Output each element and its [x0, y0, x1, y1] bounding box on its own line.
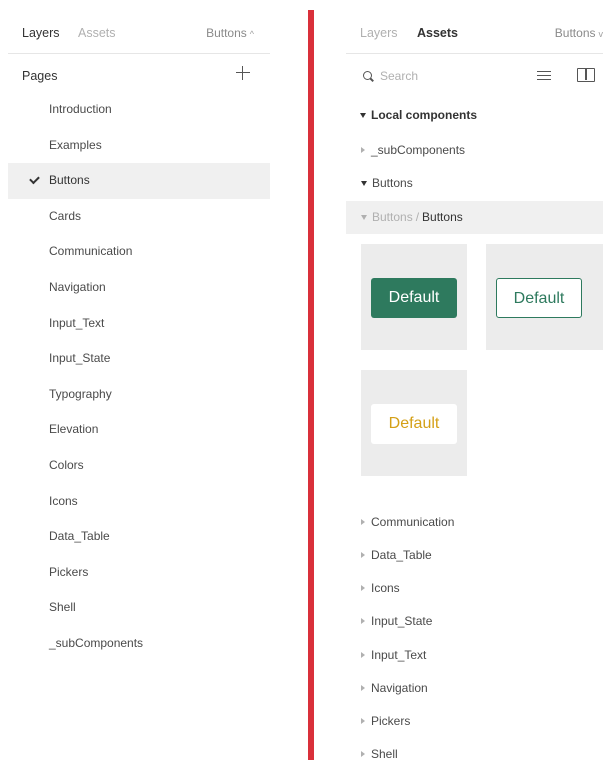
page-item-communication[interactable]: Communication — [8, 234, 270, 270]
group-subcomponents[interactable]: _subComponents — [346, 134, 603, 167]
left-panel: Layers Assets Buttons ^ Pages Introductio… — [8, 12, 270, 760]
search-input[interactable] — [380, 67, 510, 85]
page-item-elevation[interactable]: Elevation — [8, 412, 270, 448]
secondary-button-preview: Default — [496, 277, 582, 318]
group-input-text[interactable]: Input_Text — [346, 639, 603, 672]
caret-right-icon — [361, 585, 365, 592]
chevron-down-icon: v — [598, 29, 603, 39]
local-components-header[interactable]: Local components — [346, 96, 603, 134]
page-item-colors[interactable]: Colors — [8, 448, 270, 484]
group-label: Input_State — [371, 614, 433, 629]
path-separator: / — [415, 209, 420, 224]
group-label: Icons — [371, 581, 400, 596]
caret-right-icon — [361, 651, 365, 658]
page-item-data-table[interactable]: Data_Table — [8, 519, 270, 555]
caret-right-icon — [361, 618, 365, 625]
tab-layers[interactable]: Layers — [360, 26, 398, 40]
red-divider — [308, 10, 314, 760]
caret-right-icon — [361, 552, 365, 559]
caret-down-icon — [360, 113, 366, 118]
group-icons[interactable]: Icons — [346, 572, 603, 605]
app-root: Layers Assets Buttons ^ Pages Introductio… — [0, 0, 603, 760]
page-item-shell[interactable]: Shell — [8, 590, 270, 626]
page-item-typography[interactable]: Typography — [8, 377, 270, 413]
list-view-icon[interactable] — [537, 70, 551, 82]
group-label: Communication — [371, 514, 455, 529]
caret-right-icon — [361, 684, 365, 691]
path-current: Buttons — [422, 209, 463, 224]
group-label: Shell — [371, 747, 398, 760]
primary-button-preview: Default — [371, 277, 457, 318]
page-item-icons[interactable]: Icons — [8, 484, 270, 520]
group-buttons[interactable]: Buttons — [346, 167, 603, 200]
page-item-navigation[interactable]: Navigation — [8, 270, 270, 306]
caret-right-icon — [361, 147, 365, 153]
component-thumb-primary[interactable]: Default — [361, 243, 467, 350]
book-icon[interactable] — [577, 68, 595, 82]
page-switcher[interactable]: Buttons v — [555, 26, 603, 40]
search-icon — [363, 71, 372, 80]
caret-down-icon — [361, 214, 367, 220]
plus-icon[interactable] — [234, 64, 252, 82]
caret-right-icon — [361, 751, 365, 758]
chevron-up-icon: ^ — [249, 29, 254, 39]
group-label: Navigation — [371, 680, 428, 695]
group-input-state[interactable]: Input_State — [346, 605, 603, 638]
group-label: Input_Text — [371, 647, 427, 662]
page-list: Introduction Examples Buttons Cards Comm… — [8, 92, 270, 662]
component-group-list: Communication Data_Table Icons Input_Sta… — [346, 506, 603, 760]
group-buttons-path[interactable]: Buttons / Buttons — [346, 200, 603, 234]
page-item-subcomponents[interactable]: _subComponents — [8, 626, 270, 662]
page-item-introduction[interactable]: Introduction — [8, 92, 270, 128]
tertiary-button-preview: Default — [371, 403, 457, 444]
path-parent: Buttons — [372, 209, 413, 224]
component-thumb-secondary[interactable]: Default — [486, 243, 603, 350]
group-pickers[interactable]: Pickers — [346, 705, 603, 738]
group-communication[interactable]: Communication — [346, 506, 603, 539]
group-navigation[interactable]: Navigation — [346, 672, 603, 705]
right-panel: Layers Assets Buttonsv Local components … — [346, 12, 603, 760]
group-label: Data_Table — [371, 548, 432, 563]
section-title: Local components — [371, 108, 478, 122]
tab-assets[interactable]: Assets — [78, 26, 116, 40]
group-shell[interactable]: Shell — [346, 738, 603, 760]
page-switcher-label: Buttons — [554, 26, 596, 40]
tab-layers[interactable]: Layers — [22, 26, 60, 40]
search-row — [346, 54, 603, 96]
page-item-pickers[interactable]: Pickers — [8, 555, 270, 591]
caret-right-icon — [361, 518, 365, 525]
pages-header: Pages — [8, 54, 270, 92]
group-label: _subComponents — [371, 143, 466, 157]
caret-down-icon — [361, 181, 367, 187]
group-label: Pickers — [371, 714, 411, 729]
left-tab-bar: Layers Assets Buttons ^ — [8, 12, 270, 54]
tab-assets[interactable]: Assets — [417, 26, 458, 40]
page-item-examples[interactable]: Examples — [8, 128, 270, 164]
page-item-input-state[interactable]: Input_State — [8, 341, 270, 377]
component-thumb-tertiary[interactable]: Default — [361, 369, 467, 476]
page-switcher-label: Buttons — [206, 26, 247, 40]
group-data-table[interactable]: Data_Table — [346, 539, 603, 572]
component-grid: Default Default Default — [346, 234, 603, 506]
page-switcher[interactable]: Buttons ^ — [206, 26, 254, 40]
page-item-input-text[interactable]: Input_Text — [8, 306, 270, 342]
page-item-label: Buttons — [49, 173, 90, 188]
pages-title: Pages — [22, 69, 58, 83]
group-label: Buttons — [372, 176, 413, 191]
right-tab-bar: Layers Assets Buttons v — [346, 12, 603, 54]
page-item-cards[interactable]: Cards — [8, 199, 270, 235]
page-item-buttons[interactable]: Buttons — [8, 163, 270, 199]
checkmark-icon — [28, 163, 42, 199]
caret-right-icon — [361, 718, 365, 725]
